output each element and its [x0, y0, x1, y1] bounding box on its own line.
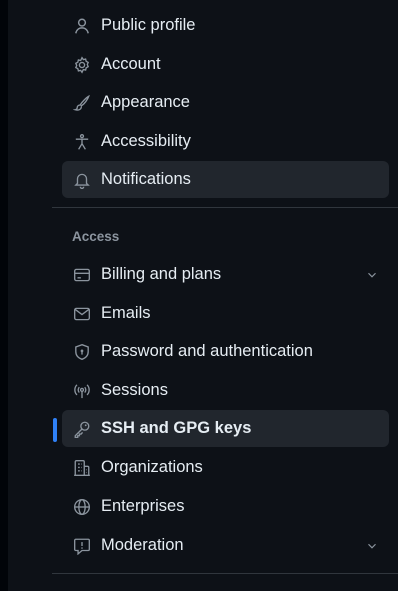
sidebar-item-label: Notifications	[101, 170, 191, 188]
sidebar-item-label: Appearance	[101, 93, 190, 111]
paintbrush-icon	[73, 94, 91, 112]
sidebar-item-public-profile[interactable]: Public profile	[62, 7, 389, 44]
organization-icon	[73, 459, 91, 477]
shield-lock-icon	[73, 343, 91, 361]
report-icon	[73, 537, 91, 555]
credit-card-icon	[73, 266, 91, 284]
sidebar-item-organizations[interactable]: Organizations	[62, 449, 389, 486]
sidebar-item-emails[interactable]: Emails	[62, 295, 389, 332]
sidebar-item-billing[interactable]: Billing and plans	[62, 256, 389, 293]
sidebar-item-label: Enterprises	[101, 497, 185, 515]
sidebar-item-label: Accessibility	[101, 132, 191, 150]
left-edge	[0, 0, 8, 591]
bell-icon	[73, 171, 91, 189]
section-heading-access: Access	[72, 229, 120, 244]
sidebar-item-label: Account	[101, 55, 161, 73]
sidebar-item-account[interactable]: Account	[62, 46, 389, 83]
chevron-down-icon[interactable]	[365, 268, 379, 282]
accessibility-icon	[73, 133, 91, 151]
sidebar-item-enterprises[interactable]: Enterprises	[62, 488, 389, 525]
sidebar-item-label: Organizations	[101, 458, 203, 476]
sidebar-item-notifications[interactable]: Notifications	[62, 161, 389, 198]
sidebar-item-label: Moderation	[101, 536, 184, 554]
sidebar-item-label: Public profile	[101, 16, 196, 34]
sidebar-item-password-authentication[interactable]: Password and authentication	[62, 333, 389, 370]
sidebar-item-moderation[interactable]: Moderation	[62, 527, 389, 564]
sidebar-item-label: Emails	[101, 304, 151, 322]
broadcast-icon	[73, 382, 91, 400]
globe-icon	[73, 498, 91, 516]
sidebar-item-label: SSH and GPG keys	[101, 419, 252, 437]
settings-sidebar-frame: Public profile Account Appearance Access…	[0, 0, 398, 591]
sidebar-item-ssh-gpg-keys[interactable]: SSH and GPG keys	[62, 410, 389, 447]
key-icon	[73, 420, 91, 438]
chevron-down-icon[interactable]	[365, 539, 379, 553]
section-divider	[52, 573, 398, 574]
sidebar-item-label: Billing and plans	[101, 265, 222, 283]
sidebar-item-sessions[interactable]: Sessions	[62, 372, 389, 409]
sidebar-item-label: Password and authentication	[101, 342, 313, 360]
mail-icon	[73, 305, 91, 323]
sidebar-item-accessibility[interactable]: Accessibility	[62, 123, 389, 160]
sidebar-item-label: Sessions	[101, 381, 168, 399]
gear-icon	[73, 55, 91, 74]
sidebar-item-appearance[interactable]: Appearance	[62, 84, 389, 121]
active-indicator	[53, 418, 57, 442]
section-divider	[52, 207, 398, 208]
person-icon	[73, 17, 91, 35]
